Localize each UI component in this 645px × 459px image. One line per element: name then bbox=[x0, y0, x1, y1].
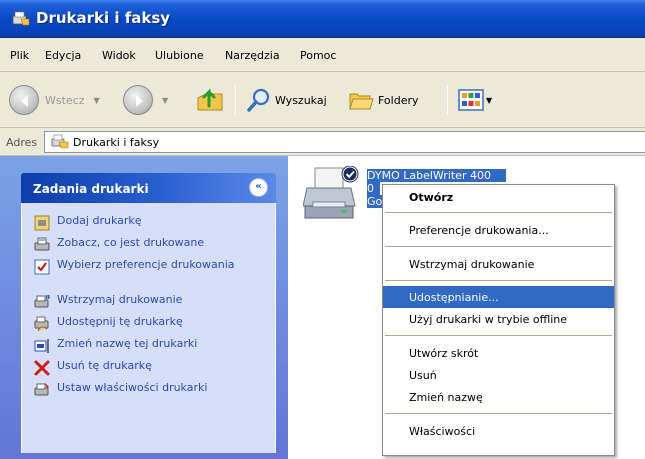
add-printer-icon bbox=[34, 215, 50, 231]
title-bar[interactable]: Drukarki i faksy bbox=[0, 0, 645, 38]
print-queue-icon bbox=[34, 237, 50, 251]
printer-tasks-box: Zadania drukarki « Dodaj drukarkę Zobacz… bbox=[21, 173, 276, 453]
ctx-separator bbox=[385, 335, 612, 336]
task-print-queue[interactable]: Zobacz, co jest drukowane bbox=[34, 236, 257, 253]
collapse-chevron-icon[interactable]: « bbox=[249, 178, 268, 197]
task-printer-properties[interactable]: Ustaw właściwości drukarki bbox=[34, 381, 257, 398]
back-button[interactable]: Wstecz ▼ bbox=[9, 85, 100, 115]
ctx-separator bbox=[385, 413, 612, 414]
views-icon bbox=[458, 89, 484, 111]
printer-name: DYMO LabelWriter 400 bbox=[367, 169, 506, 182]
ctx-printing-preferences[interactable]: Preferencje drukowania... bbox=[383, 219, 614, 241]
menu-edit[interactable]: Edycja bbox=[45, 49, 81, 62]
address-value: Drukarki i faksy bbox=[73, 136, 160, 149]
menu-tools[interactable]: Narzędzia bbox=[225, 49, 280, 62]
ctx-use-offline[interactable]: Użyj drukarki w trybie offline bbox=[383, 308, 614, 330]
folders-label: Foldery bbox=[378, 93, 419, 107]
ctx-separator bbox=[385, 280, 612, 281]
printer-tasks-header[interactable]: Zadania drukarki « bbox=[21, 173, 276, 203]
address-bar: Adres Drukarki i faksy bbox=[0, 128, 645, 156]
ctx-properties[interactable]: Właściwości bbox=[383, 420, 614, 442]
search-label: Wyszukaj bbox=[275, 93, 327, 107]
toolbar-separator bbox=[235, 85, 236, 115]
folders-icon bbox=[349, 93, 374, 110]
search-icon bbox=[247, 88, 270, 112]
printer-tasks-list: Dodaj drukarkę Zobacz, co jest drukowane… bbox=[21, 203, 276, 453]
menu-favorites[interactable]: Ulubione bbox=[155, 49, 204, 62]
ctx-delete[interactable]: Usuń bbox=[383, 364, 614, 386]
toolbar-separator bbox=[447, 85, 448, 115]
ctx-separator bbox=[385, 212, 612, 213]
toolbar: Wstecz ▼ ▼ Wyszukaj Foldery ▼ bbox=[0, 72, 645, 128]
ctx-pause-printing[interactable]: Wstrzymaj drukowanie bbox=[383, 253, 614, 275]
window-title: Drukarki i faksy bbox=[36, 9, 171, 27]
printer-item-dymo[interactable] bbox=[302, 165, 373, 226]
task-rename-printer[interactable]: Zmień nazwę tej drukarki bbox=[34, 337, 257, 354]
share-printer-icon bbox=[34, 316, 49, 332]
ctx-separator bbox=[385, 246, 612, 247]
forward-dropdown-icon[interactable]: ▼ bbox=[162, 96, 168, 105]
views-button[interactable]: ▼ bbox=[458, 88, 492, 112]
task-delete-printer[interactable]: Usuń tę drukarkę bbox=[34, 359, 257, 376]
printer-jobs: 0 bbox=[367, 182, 380, 195]
task-pause-printing[interactable]: Wstrzymaj drukowanie bbox=[34, 293, 257, 310]
back-dropdown-icon[interactable]: ▼ bbox=[94, 96, 100, 105]
task-label: Usuń tę drukarkę bbox=[57, 359, 152, 372]
task-preferences[interactable]: Wybierz preferencje drukowania bbox=[34, 258, 257, 275]
menu-bar: Plik Edycja Widok Ulubione Narzędzia Pom… bbox=[0, 38, 645, 72]
menu-file[interactable]: Plik bbox=[10, 49, 29, 62]
views-dropdown-icon[interactable]: ▼ bbox=[486, 96, 492, 105]
pause-printer-icon bbox=[34, 295, 50, 308]
task-pane: Zadania drukarki « Dodaj drukarkę Zobacz… bbox=[0, 156, 288, 459]
task-add-printer[interactable]: Dodaj drukarkę bbox=[34, 214, 257, 231]
preferences-icon bbox=[34, 259, 50, 275]
context-menu: Otwórz Preferencje drukowania... Wstrzym… bbox=[382, 184, 615, 456]
printers-folder-icon bbox=[12, 11, 30, 26]
task-label: Wybierz preferencje drukowania bbox=[57, 258, 235, 271]
task-share-printer[interactable]: Udostępnij tę drukarkę bbox=[34, 315, 257, 332]
ctx-sharing[interactable]: Udostępnianie... bbox=[383, 286, 614, 308]
menu-view[interactable]: Widok bbox=[102, 49, 136, 62]
folders-button[interactable]: Foldery bbox=[348, 87, 419, 113]
printer-icon bbox=[302, 165, 359, 219]
delete-icon bbox=[34, 360, 50, 376]
task-label: Zmień nazwę tej drukarki bbox=[57, 337, 198, 350]
task-label: Dodaj drukarkę bbox=[57, 214, 142, 227]
printer-tasks-title: Zadania drukarki bbox=[33, 182, 149, 196]
search-button[interactable]: Wyszukaj bbox=[246, 87, 327, 113]
task-label: Ustaw właściwości drukarki bbox=[57, 381, 208, 394]
address-field[interactable]: Drukarki i faksy bbox=[44, 131, 645, 153]
ctx-open[interactable]: Otwórz bbox=[383, 186, 614, 208]
menu-help[interactable]: Pomoc bbox=[300, 49, 336, 62]
up-folder-icon[interactable] bbox=[196, 86, 224, 114]
task-label: Zobacz, co jest drukowane bbox=[57, 236, 205, 249]
back-label: Wstecz bbox=[45, 93, 85, 107]
address-label: Adres bbox=[6, 136, 38, 149]
printers-folder-icon bbox=[51, 134, 69, 149]
task-label: Udostępnij tę drukarkę bbox=[57, 315, 183, 328]
content-area: Zadania drukarki « Dodaj drukarkę Zobacz… bbox=[0, 156, 645, 459]
forward-arrow-icon bbox=[123, 85, 153, 115]
ctx-rename[interactable]: Zmień nazwę bbox=[383, 386, 614, 408]
task-label: Wstrzymaj drukowanie bbox=[57, 293, 183, 306]
properties-icon bbox=[34, 383, 49, 396]
ctx-create-shortcut[interactable]: Utwórz skrót bbox=[383, 342, 614, 364]
back-arrow-icon bbox=[9, 85, 39, 115]
forward-button[interactable]: ▼ bbox=[123, 85, 168, 115]
rename-icon bbox=[34, 339, 49, 353]
printer-status: Got bbox=[367, 195, 383, 208]
